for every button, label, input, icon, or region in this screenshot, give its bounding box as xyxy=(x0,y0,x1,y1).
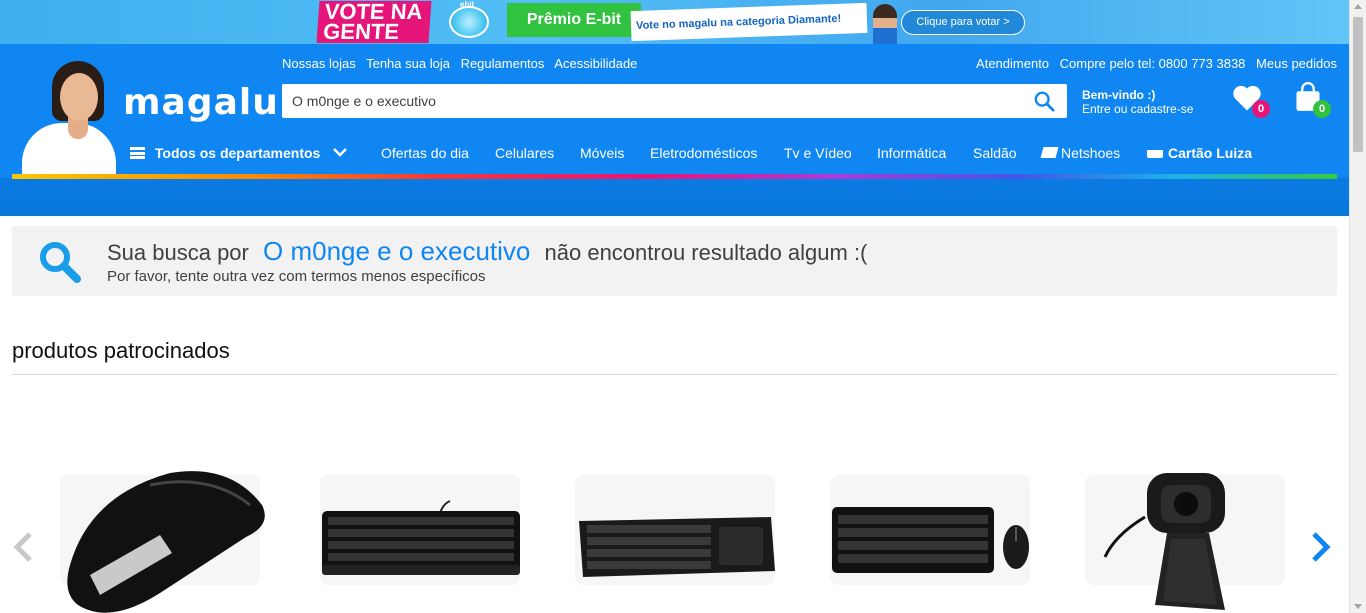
wishlist-count-badge: 0 xyxy=(1252,100,1270,118)
link-nossas-lojas[interactable]: Nossas lojas xyxy=(282,56,356,71)
no-results-prefix: Sua busca por xyxy=(107,240,249,265)
vote-cta-button[interactable]: Clique para votar > xyxy=(901,10,1025,35)
page: VOTE NA GENTE ebit Prêmio E-bit Vote no … xyxy=(0,0,1366,613)
welcome-title: Bem-vindo :) xyxy=(1082,88,1156,102)
nav-eletrodomesticos[interactable]: Eletrodomésticos xyxy=(650,145,757,161)
sponsored-carousel xyxy=(0,440,1349,613)
lu-mini-avatar xyxy=(873,4,897,44)
credit-card-icon xyxy=(1147,147,1163,158)
vote-line2: GENTE xyxy=(322,19,401,44)
promo-banner[interactable]: VOTE NA GENTE ebit Prêmio E-bit Vote no … xyxy=(0,0,1349,44)
netshoes-label: Netshoes xyxy=(1061,145,1121,161)
no-results-hint: Por favor, tente outra vez com termos me… xyxy=(107,268,486,285)
search-icon[interactable] xyxy=(1033,90,1055,112)
page-scrollbar[interactable] xyxy=(1349,0,1366,613)
link-regulamentos[interactable]: Regulamentos xyxy=(461,56,545,71)
product-card[interactable] xyxy=(310,465,540,613)
sponsored-products-title: produtos patrocinados xyxy=(12,338,230,363)
nav-informatica[interactable]: Informática xyxy=(877,145,946,161)
header-lower-band xyxy=(0,178,1349,216)
no-results-notice: Sua busca por O m0nge e o executivo não … xyxy=(12,226,1337,296)
link-tenha-sua-loja[interactable]: Tenha sua loja xyxy=(366,56,450,71)
all-departments-label: Todos os departamentos xyxy=(154,145,321,161)
link-telefone[interactable]: Compre pelo tel: 0800 773 3838 xyxy=(1060,56,1246,71)
product-image-keyboard-touchpad xyxy=(579,517,775,577)
searched-term: O m0nge e o executivo xyxy=(263,236,531,266)
nav-saldao[interactable]: Saldão xyxy=(973,145,1017,161)
no-results-suffix: não encontrou resultado algum :( xyxy=(544,240,868,265)
search-bar xyxy=(282,84,1067,118)
netshoes-icon xyxy=(1040,147,1059,158)
magnifier-icon xyxy=(40,242,81,283)
product-image-keyboard xyxy=(322,500,520,575)
top-links-right: Atendimento Compre pelo tel: 0800 773 38… xyxy=(976,56,1337,71)
scroll-up-arrow-icon[interactable] xyxy=(1354,4,1362,9)
welcome-subtitle: Entre ou cadastre-se xyxy=(1082,102,1194,116)
nav-moveis[interactable]: Móveis xyxy=(580,145,624,161)
magalu-logo[interactable]: magalu xyxy=(123,82,279,123)
nav-tv-e-video[interactable]: Tv e Vídeo xyxy=(784,145,852,161)
diamond-award-icon xyxy=(449,6,489,38)
category-diamante-label: Vote no magalu na categoria Diamante! xyxy=(630,2,868,42)
cart-count-badge: 0 xyxy=(1313,100,1331,118)
nav-netshoes[interactable]: Netshoes xyxy=(1040,145,1121,161)
site-header: magalu Nossas lojas Tenha sua loja Regul… xyxy=(0,44,1349,216)
product-image-mouse xyxy=(67,471,265,613)
brand-rainbow-bar xyxy=(12,174,1337,179)
all-departments-menu[interactable]: Todos os departamentos xyxy=(130,145,348,161)
account-welcome[interactable]: Bem-vindo :) Entre ou cadastre-se xyxy=(1082,88,1193,116)
lu-avatar xyxy=(20,61,118,174)
premio-ebit-label: Prêmio E-bit xyxy=(507,3,641,37)
nav-ofertas-do-dia[interactable]: Ofertas do dia xyxy=(381,145,469,161)
cartao-luiza-label: Cartão Luiza xyxy=(1168,145,1253,161)
nav-celulares[interactable]: Celulares xyxy=(495,145,554,161)
no-results-message: Sua busca por O m0nge e o executivo não … xyxy=(107,236,867,267)
product-card[interactable] xyxy=(565,465,795,613)
product-card[interactable] xyxy=(1075,465,1305,613)
cart-button[interactable]: 0 xyxy=(1292,82,1332,122)
top-links-left: Nossas lojas Tenha sua loja Regulamentos… xyxy=(282,56,644,71)
carousel-prev-arrow[interactable] xyxy=(10,530,36,564)
scroll-thumb[interactable] xyxy=(1353,17,1363,152)
scroll-down-arrow-icon[interactable] xyxy=(1354,604,1362,609)
product-image-keyboard-mouse xyxy=(832,507,1029,573)
product-card[interactable] xyxy=(820,465,1050,613)
link-acessibilidade[interactable]: Acessibilidade xyxy=(554,56,637,71)
nav-cartao-luiza[interactable]: Cartão Luiza xyxy=(1147,145,1252,161)
section-divider xyxy=(12,374,1337,375)
vote-na-gente-badge: VOTE NA GENTE xyxy=(316,0,432,44)
product-card[interactable] xyxy=(50,465,280,613)
hamburger-icon xyxy=(130,147,145,159)
link-atendimento[interactable]: Atendimento xyxy=(976,56,1049,71)
chevron-down-icon xyxy=(333,148,348,157)
product-image-webcam xyxy=(1103,473,1225,610)
search-input[interactable] xyxy=(282,84,1022,118)
carousel-next-arrow[interactable] xyxy=(1308,530,1334,564)
link-meus-pedidos[interactable]: Meus pedidos xyxy=(1256,56,1337,71)
wishlist-button[interactable]: 0 xyxy=(1232,84,1272,120)
